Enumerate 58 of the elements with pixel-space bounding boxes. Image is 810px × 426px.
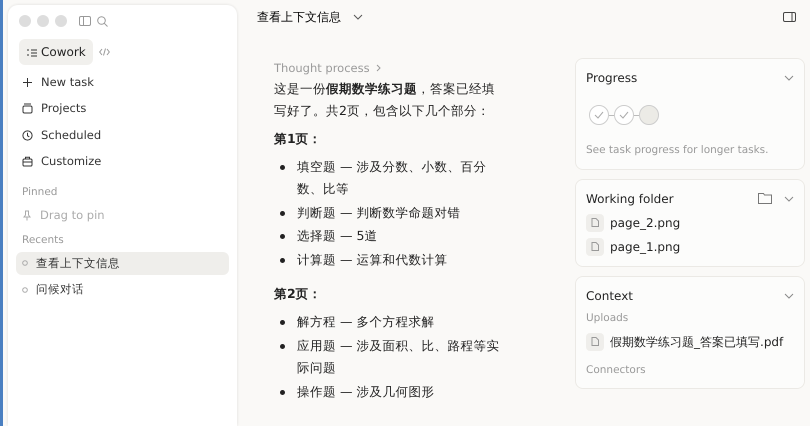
nav-item[interactable]: Projects (16, 97, 229, 120)
recent-chat-item[interactable]: 问候对话 (16, 278, 229, 302)
bullet-icon (280, 210, 285, 216)
list-item: 选择题 — 5道 (297, 227, 378, 246)
conversation-title-dropdown[interactable]: 查看上下文信息 (257, 8, 363, 26)
panel-note: See task progress for longer tasks. (586, 143, 770, 158)
circle-icon (22, 286, 28, 293)
bullet-icon (280, 390, 285, 395)
recent-chat-item[interactable]: 查看上下文信息 (16, 252, 229, 275)
section-heading: 第1页： (274, 130, 323, 148)
stack-icon (22, 103, 33, 114)
list-item: 解方程 — 多个方程求解 (297, 313, 434, 331)
circle-icon (22, 260, 28, 266)
nav-item[interactable]: New task (16, 71, 229, 94)
list-item: 填空题 — 涉及分数、小数、百分数、比等 (297, 158, 488, 198)
nav-item[interactable]: Scheduled (16, 124, 229, 147)
section-heading: Connectors (586, 362, 647, 378)
bullet-icon (280, 344, 285, 349)
panel-toggle-icon[interactable] (783, 12, 796, 22)
list-item: 计算题 — 运算和代数计算 (297, 251, 448, 270)
file-name[interactable]: page_1.png (610, 238, 680, 256)
uploaded-file-name[interactable]: 假期数学练习题_答案已填写.pdf (610, 332, 784, 350)
pin-icon (22, 210, 32, 221)
search-icon[interactable] (97, 16, 108, 26)
list-item: 应用题 — 涉及面积、比、路程等实际问题 (297, 336, 500, 377)
bullet-icon (280, 258, 285, 264)
mode-button[interactable]: Cowork (19, 39, 93, 65)
section-heading: Uploads (586, 310, 630, 326)
list-item: 操作题 — 涉及几何图形 (297, 382, 434, 401)
bullet-icon (280, 164, 285, 170)
section-heading: 第2页： (274, 285, 323, 304)
chevron-down-icon[interactable] (784, 292, 794, 299)
panel-title: Context (586, 288, 634, 305)
plus-icon (22, 77, 33, 88)
chevron-down-icon (353, 14, 363, 20)
clock-icon (22, 130, 33, 141)
chevron-down-icon[interactable] (784, 75, 794, 81)
message-paragraph: 这是一份假期数学练习题，答案已经填写好了。共2页，包含以下几个部分： (274, 80, 496, 120)
file-icon (586, 332, 604, 350)
file-icon (586, 214, 604, 232)
file-name[interactable]: page_2.png (610, 214, 680, 232)
list-item: 判断题 — 判断数学命题对错 (297, 204, 460, 222)
folder-icon[interactable] (758, 193, 772, 204)
section-heading: Pinned (21, 185, 58, 200)
panel-title: Progress (586, 70, 638, 87)
chevron-down-icon[interactable] (784, 196, 794, 202)
panel-title: Working folder (586, 190, 674, 208)
briefcase-icon (22, 156, 33, 167)
nav-item[interactable]: Customize (16, 150, 229, 173)
bullet-icon (280, 320, 285, 325)
chevron-right-icon (376, 64, 381, 72)
bullet-icon (280, 234, 285, 240)
file-icon (586, 238, 604, 256)
drag-to-pin-hint: Drag to pin (16, 204, 229, 227)
list-icon (26, 48, 38, 56)
code-icon[interactable] (98, 48, 110, 56)
sidebar-toggle-icon[interactable] (79, 16, 91, 26)
section-heading: Recents (21, 233, 65, 248)
